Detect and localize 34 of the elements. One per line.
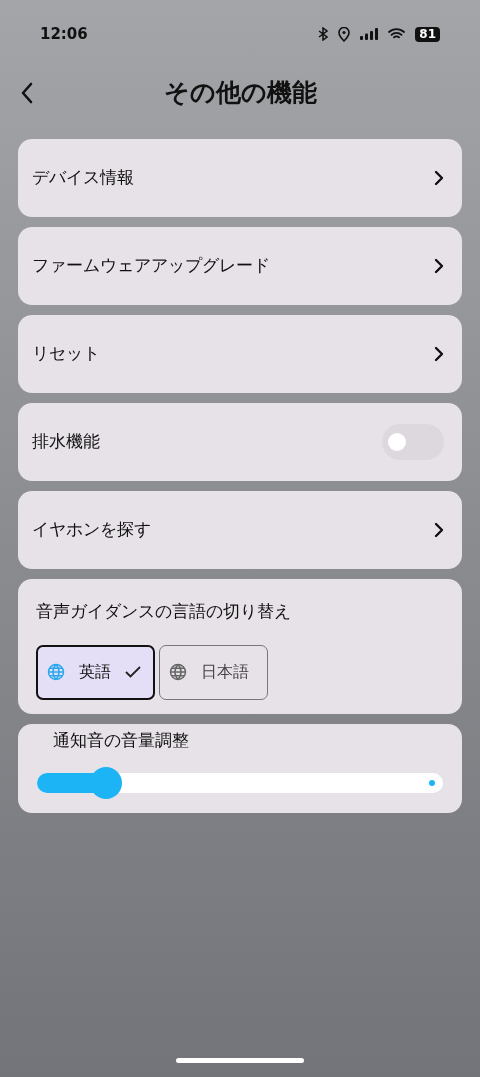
back-icon — [20, 82, 34, 104]
settings-row[interactable]: リセット — [18, 315, 462, 393]
option-label: 日本語 — [201, 661, 249, 683]
signal-icon — [360, 28, 379, 40]
settings-row[interactable]: イヤホンを探す — [18, 491, 462, 569]
bluetooth-icon — [318, 27, 329, 41]
row-label: 排水機能 — [32, 430, 100, 454]
settings-row[interactable]: 排水機能 — [18, 403, 462, 481]
row-label: デバイス情報 — [32, 166, 134, 190]
page-title: その他の機能 — [163, 77, 317, 110]
volume-slider[interactable] — [37, 767, 443, 799]
wifi-icon — [388, 28, 406, 40]
battery-icon: 81 — [415, 26, 440, 42]
check-icon — [125, 666, 141, 678]
globe-icon — [169, 663, 187, 681]
language-option[interactable]: 英語 — [36, 644, 155, 700]
chevron-right-icon — [434, 522, 444, 538]
row-label: イヤホンを探す — [32, 518, 151, 542]
settings-row[interactable]: デバイス情報 — [18, 139, 462, 217]
globe-icon — [47, 663, 65, 681]
row-label: ファームウェアアップグレード — [32, 254, 270, 278]
settings-row[interactable]: ファームウェアアップグレード — [18, 227, 462, 305]
chevron-right-icon — [434, 346, 444, 362]
row-label: リセット — [32, 342, 100, 366]
slider-thumb[interactable] — [90, 767, 122, 799]
language-option[interactable]: 日本語 — [159, 644, 268, 700]
chevron-right-icon — [434, 170, 444, 186]
toggle-switch[interactable] — [382, 424, 444, 460]
chevron-right-icon — [434, 258, 444, 274]
status-time: 12:06 — [40, 23, 88, 45]
option-label: 英語 — [79, 661, 111, 683]
location-icon — [338, 26, 351, 42]
section-title: 音声ガイダンスの言語の切り替え — [36, 600, 292, 623]
section-title: 通知音の音量調整 — [52, 728, 190, 752]
